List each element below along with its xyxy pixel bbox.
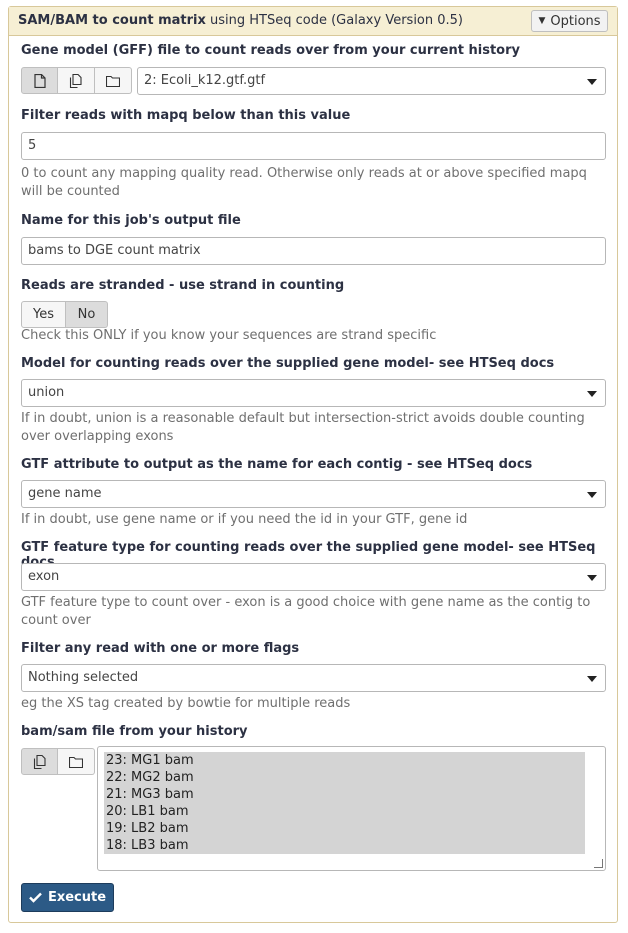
- mapq-input[interactable]: 5: [21, 132, 606, 160]
- model-label: Model for counting reads over the suppli…: [21, 356, 555, 371]
- bam-option[interactable]: 18: LB3 bam: [104, 837, 585, 854]
- flags-help: eg the XS tag created by bowtie for mult…: [21, 696, 351, 711]
- feature-select-value: exon: [28, 569, 60, 584]
- outname-label: Name for this job's output file: [21, 213, 241, 228]
- tool-header: SAM/BAM to count matrix using HTSeq code…: [9, 7, 617, 36]
- gff-select-value: 2: Ecoli_k12.gtf.gtf: [144, 73, 266, 88]
- bam-option[interactable]: 22: MG2 bam: [104, 769, 585, 786]
- caret-down-icon: [587, 79, 597, 85]
- stranded-help: Check this ONLY if you know your sequenc…: [21, 328, 437, 343]
- caret-down-icon: [587, 391, 597, 397]
- mapq-label: Filter reads with mapq below than this v…: [21, 108, 351, 123]
- stranded-yes-button[interactable]: Yes: [21, 301, 66, 328]
- stranded-label: Reads are stranded - use strand in count…: [21, 278, 345, 293]
- attribute-select[interactable]: gene name: [21, 480, 606, 508]
- attribute-help: If in doubt, use gene name or if you nee…: [21, 512, 468, 527]
- execute-button[interactable]: Execute: [21, 883, 114, 912]
- file-icon: [33, 73, 46, 88]
- outname-input[interactable]: bams to DGE count matrix: [21, 237, 606, 265]
- bam-option[interactable]: 19: LB2 bam: [104, 820, 585, 837]
- caret-down-icon: [587, 575, 597, 581]
- folder-icon: [106, 75, 120, 87]
- model-select[interactable]: union: [21, 379, 606, 407]
- bams-multiselect[interactable]: 23: MG1 bam 22: MG2 bam 21: MG3 bam 20: …: [97, 746, 606, 871]
- tool-name: SAM/BAM to count matrix: [18, 13, 206, 28]
- caret-down-icon: [587, 676, 597, 682]
- attribute-label: GTF attribute to output as the name for …: [21, 457, 533, 472]
- collection-button[interactable]: [58, 748, 95, 775]
- files-icon: [33, 754, 47, 769]
- gff-select[interactable]: 2: Ecoli_k12.gtf.gtf: [137, 67, 606, 95]
- caret-down-icon: ▼: [538, 16, 546, 26]
- bam-option[interactable]: 23: MG1 bam: [104, 752, 585, 769]
- model-select-value: union: [28, 385, 65, 400]
- collection-button[interactable]: [95, 67, 132, 94]
- flags-select[interactable]: Nothing selected: [21, 664, 606, 692]
- files-icon: [69, 73, 83, 88]
- mapq-help: 0 to count any mapping quality read. Oth…: [21, 166, 587, 199]
- multiple-files-button[interactable]: [21, 748, 58, 775]
- single-file-button[interactable]: [21, 67, 58, 94]
- flags-label: Filter any read with one or more flags: [21, 641, 300, 656]
- execute-label: Execute: [47, 890, 107, 905]
- options-label: Options: [550, 13, 601, 29]
- folder-icon: [69, 756, 83, 768]
- gff-source-toggle: [21, 67, 132, 94]
- stranded-toggle: Yes No: [21, 301, 108, 328]
- resize-handle[interactable]: [594, 859, 603, 868]
- gff-label: Gene model (GFF) file to count reads ove…: [21, 43, 520, 58]
- attribute-select-value: gene name: [28, 486, 102, 501]
- stranded-no-button[interactable]: No: [66, 301, 108, 328]
- feature-help: GTF feature type to count over - exon is…: [21, 595, 591, 628]
- feature-select[interactable]: exon: [21, 563, 606, 591]
- options-button[interactable]: ▼ Options: [531, 10, 608, 32]
- bams-source-toggle: [21, 748, 95, 775]
- bams-label: bam/sam file from your history: [21, 724, 248, 739]
- check-icon: [29, 892, 42, 903]
- multiple-files-button[interactable]: [58, 67, 95, 94]
- bam-option[interactable]: 21: MG3 bam: [104, 786, 585, 803]
- flags-select-value: Nothing selected: [28, 670, 139, 685]
- tool-form-panel: SAM/BAM to count matrix using HTSeq code…: [8, 6, 618, 923]
- model-help: If in doubt, union is a reasonable defau…: [21, 411, 585, 444]
- caret-down-icon: [587, 492, 597, 498]
- tool-description: using HTSeq code (Galaxy Version 0.5): [205, 13, 463, 28]
- bam-option[interactable]: 20: LB1 bam: [104, 803, 585, 820]
